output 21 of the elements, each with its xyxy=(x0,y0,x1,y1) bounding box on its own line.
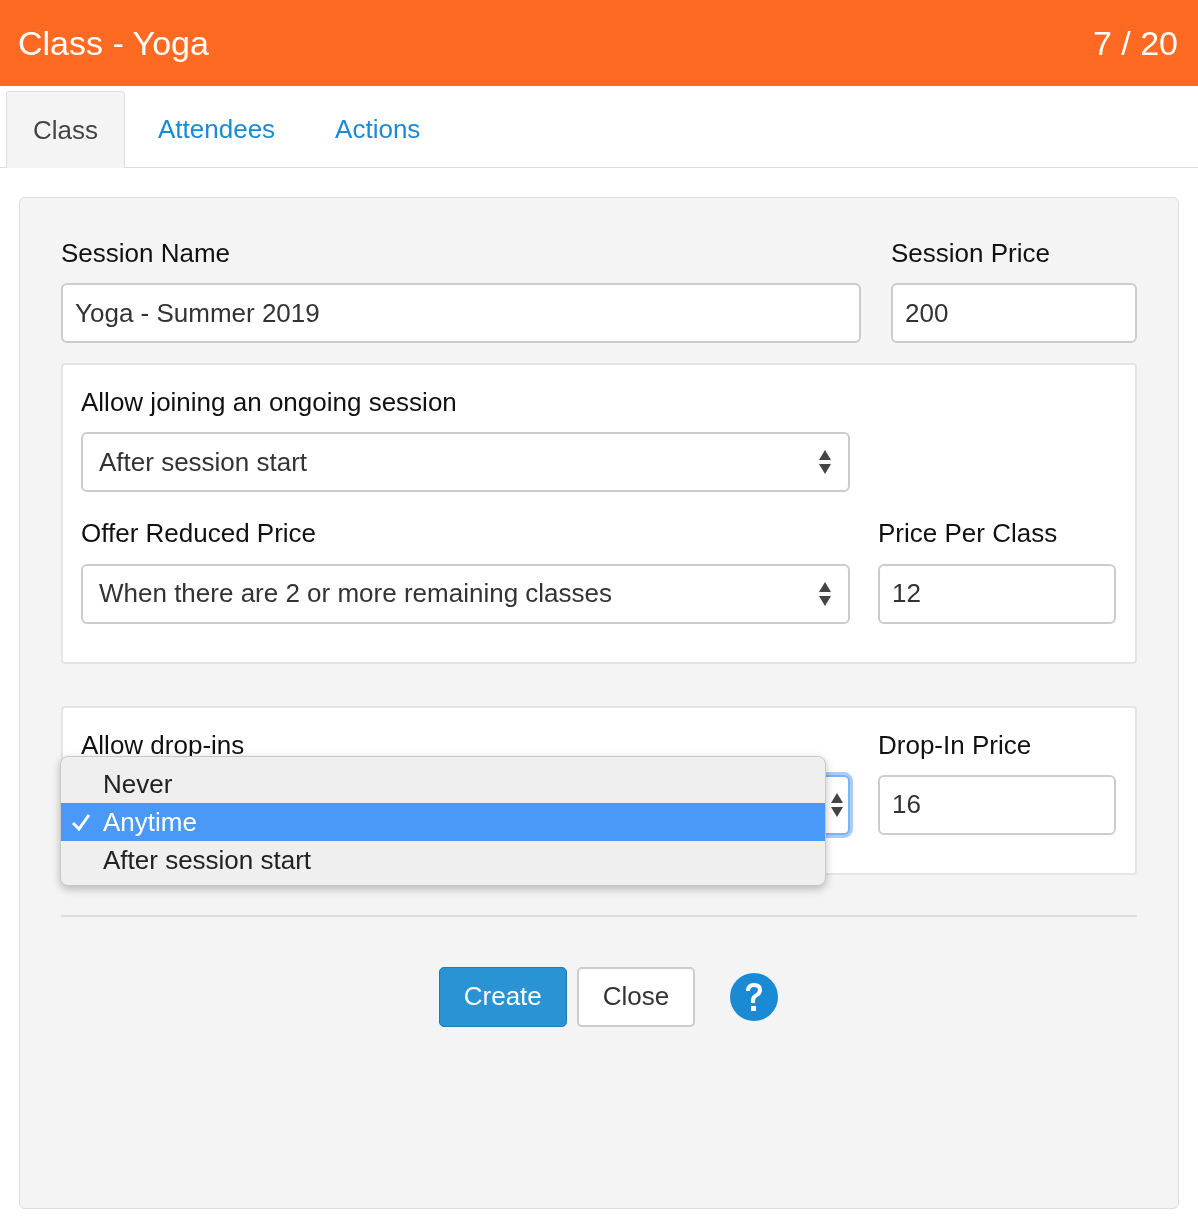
field-label: Drop-In Price xyxy=(878,729,1033,761)
select-dropdown[interactable]: After session start xyxy=(81,432,850,493)
menu-option[interactable]: Never xyxy=(61,764,825,803)
tab[interactable]: Attendees xyxy=(131,91,303,167)
input-field[interactable]: 200 xyxy=(891,283,1137,344)
field-label: Allow joining an ongoing session xyxy=(81,387,458,419)
select-dropdown[interactable]: When there are 2 or more remaining classes xyxy=(81,563,850,624)
field-label: Allow drop-ins xyxy=(81,729,246,761)
input-field[interactable]: 12 xyxy=(878,563,1116,624)
tab[interactable]: Class xyxy=(6,91,125,168)
field-label: Session Name xyxy=(61,238,232,270)
field-label: Offer Reduced Price xyxy=(81,518,318,550)
input-field[interactable]: Yoga - Summer 2019 xyxy=(61,283,861,344)
record-counter: 7 / 20 xyxy=(1092,22,1178,64)
field-label: Price Per Class xyxy=(878,518,1059,550)
field-label: Session Price xyxy=(891,238,1051,270)
tab[interactable]: Actions xyxy=(308,91,448,167)
close-button[interactable]: Close xyxy=(576,966,696,1027)
menu-option[interactable]: After session start xyxy=(61,840,825,879)
page-title: Class - Yoga xyxy=(18,22,209,64)
input-field[interactable]: 16 xyxy=(878,774,1116,835)
